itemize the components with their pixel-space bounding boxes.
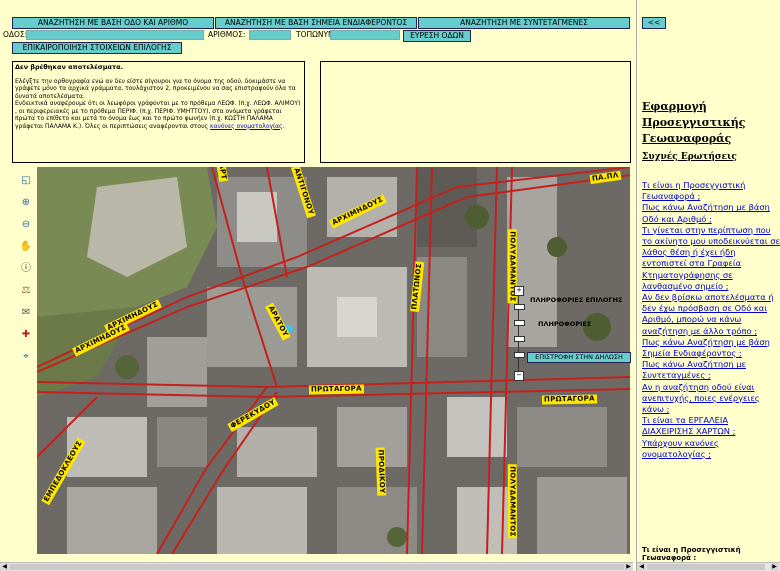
tab-coordinates[interactable]: ΑΝΑΖΗΤΗΣΗ ΜΕ ΣΥΝΤΕΤΑΓΜΕΝΕΣ [418,17,630,29]
tab-street-number[interactable]: ΑΝΑΖΗΤΗΣΗ ΜΕ ΒΑΣΗ ΟΔΟ ΚΑΙ ΑΡΙΘΜΟ [12,17,214,29]
scroll-left-icon[interactable]: ◀ [637,563,646,571]
zoom-slider-tick[interactable] [514,304,525,310]
selection-info-label: ΠΛΗΡΟΦΟΡΙΕΣ ΕΠΙΛΟΓΗΣ [530,296,623,304]
street-label: ΠΡΟΔΙΚΟΥ [375,447,387,496]
update-selection-button[interactable]: ΕΠΙΚΑΙΡΟΠΟΙΗΣΗ ΣΤΟΙΧΕΙΩΝ ΕΠΙΛΟΓΗΣ [12,42,182,54]
tab-points-of-interest[interactable]: ΑΝΑΖΗΤΗΣΗ ΜΕ ΒΑΣΗ ΣΗΜΕΙΑ ΕΝΔΙΑΦΕΡΟΝΤΟΣ [215,17,417,29]
scroll-right-icon[interactable]: ▶ [624,563,633,571]
horizontal-scrollbar[interactable]: ◀ ▶ [0,562,633,571]
zoom-slider-tick[interactable] [514,336,525,342]
answer-title: Τι είναι η Προσεγγιστική Γεωαναφορά : [642,546,741,562]
faq-link[interactable]: Πως κάνω Αναζήτηση με βάση Οδό και Αριθμ… [642,202,780,224]
pan-hand-icon[interactable]: ✋ [19,240,33,254]
results-paragraph-1: Ελέγξτε την ορθογραφία ενώ αν δεν είστε … [15,77,296,100]
place-input[interactable] [330,30,400,40]
mail-icon[interactable]: ✉ [19,306,33,320]
faq-link[interactable]: Αν η αναζήτηση οδού είναι ανεπιτυχής, πο… [642,382,780,416]
street-label: ΠΡΩΤΑΓΟΡΑ [308,384,364,395]
street-label: ΟΔΟΣ: [3,30,28,39]
results-tail: . [282,122,285,130]
faq-link[interactable]: Αν δεν βρίσκω αποτελέσματα ή δεν έχω πρό… [642,292,780,337]
scrollbar-thumb[interactable] [10,564,624,570]
scrollbar-thumb[interactable] [647,564,765,570]
faq-link[interactable]: Τι είναι η Προσεγγιστική Γεωαναφορά ; [642,180,780,202]
scroll-left-icon[interactable]: ◀ [0,563,9,571]
number-label: ΑΡΙΘΜΟΣ: [208,30,246,39]
overview-icon[interactable]: ◱ [19,174,33,188]
help-sidebar: << Εφαρμογή Προσεγγιστικής Γεωαναφοράς Σ… [636,0,780,571]
faq-link[interactable]: Πως κάνω Αναζήτηση με Συντεταγμένες ; [642,359,780,381]
pin-icon[interactable]: ✚ [19,328,33,342]
faq-link[interactable]: Πως κάνω Αναζήτηση με βάση Σημεία Ενδιαφ… [642,337,780,359]
zoom-slider-tick[interactable] [514,320,525,326]
find-streets-button[interactable]: ΕΥΡΕΣΗ ΟΔΩΝ [403,30,471,42]
details-panel [320,61,631,163]
zoom-slider-minus-icon[interactable]: − [514,371,524,381]
results-heading: Δεν βρέθηκαν αποτελέσματα. [15,63,124,71]
faq-link[interactable]: Τι είναι τα ΕΡΓΑΛΕΙΑ ΔΙΑΧΕΙΡΙΣΗΣ ΧΑΡΤΩΝ … [642,415,780,437]
collapse-sidebar-button[interactable]: << [642,17,666,29]
naming-rules-link[interactable]: κανόνες ονοματολογίας [210,123,283,130]
info-label: ΠΛΗΡΟΦΟΡΙΕΣ [538,320,592,328]
scroll-right-icon[interactable]: ▶ [770,563,779,571]
street-input[interactable] [26,30,204,40]
faq-link[interactable]: Τι γίνεται στην περίπτωση που το ακίνητο… [642,225,780,292]
zoom-in-icon[interactable]: ⊕ [19,196,33,210]
return-to-declaration-button[interactable]: ΕΠΙΣΤΡΟΦΗ ΣΤΗΝ ΔΗΛΩΣΗ [527,352,631,363]
sidebar-horizontal-scrollbar[interactable]: ◀ ▶ [637,562,780,571]
faq-list: Τι είναι η Προσεγγιστική Γεωαναφορά ; Πω… [642,180,780,460]
zoom-out-icon[interactable]: ⊖ [19,218,33,232]
info-icon[interactable]: ⓘ [19,262,33,276]
faq-heading: Συχνές Ερωτήσεις [642,152,737,162]
results-panel: Δεν βρέθηκαν αποτελέσματα. Ελέγξτε την ο… [12,61,305,163]
zoom-slider-plus-icon[interactable]: + [514,286,524,296]
measure-icon[interactable]: ⚖ [19,284,33,298]
street-label: ΠΟΛΥΔΑΜΑΝΤΟΣ [507,464,517,539]
app-title: Εφαρμογή Προσεγγιστικής Γεωαναφοράς [642,100,746,145]
zoom-slider-tick[interactable] [514,352,525,358]
street-label: ΠΡΩΤΑΓΟΡΑ [541,394,597,405]
locate-icon[interactable]: ⌖ [19,350,33,364]
faq-link[interactable]: Υπάρχουν κανόνες ονοματολογίας ; [642,438,780,460]
number-input[interactable] [249,30,291,40]
